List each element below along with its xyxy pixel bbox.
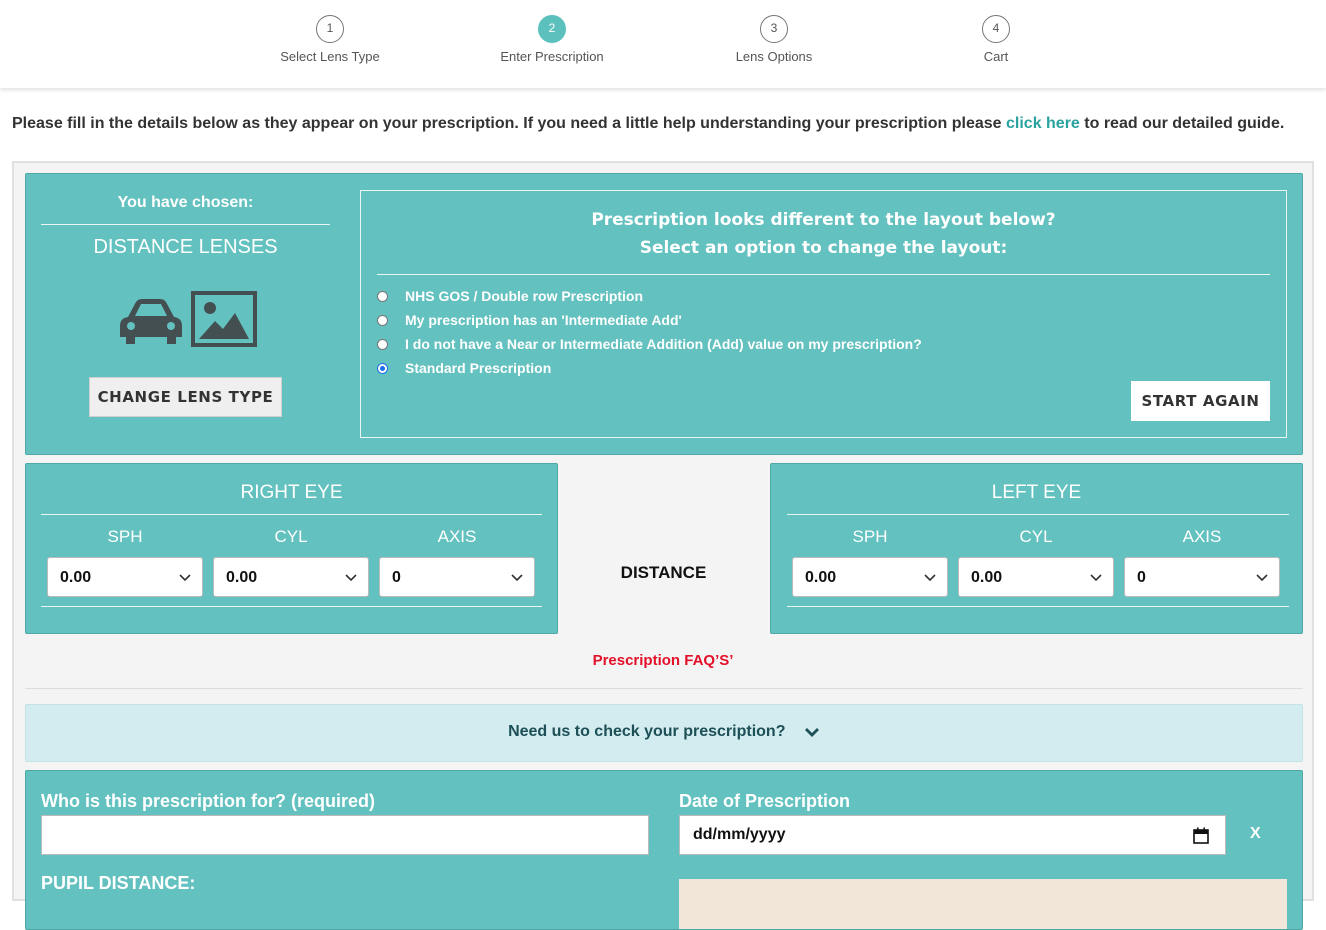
select-value: 0.00 xyxy=(971,569,1003,586)
step-number-circle: 3 xyxy=(760,15,788,43)
right-eye-title: RIGHT EYE xyxy=(240,482,343,503)
step-number-circle: 1 xyxy=(316,15,344,43)
check-prescription-toggle[interactable]: Need us to check your prescription? xyxy=(25,704,1303,762)
chevron-down-icon xyxy=(924,574,936,582)
layout-option-nhs-gos[interactable]: NHS GOS / Double row Prescription xyxy=(377,286,643,306)
right-cyl-select[interactable]: 0.00 xyxy=(213,557,369,597)
divider xyxy=(787,514,1289,515)
chevron-down-icon xyxy=(804,727,819,737)
start-again-button[interactable]: START AGAIN xyxy=(1131,381,1270,421)
layout-option-intermediate-add[interactable]: My prescription has an 'Intermediate Add… xyxy=(377,310,682,330)
right-sph-select[interactable]: 0.00 xyxy=(47,557,203,597)
select-value: 0.00 xyxy=(226,569,258,586)
prescription-example-image xyxy=(679,879,1287,929)
radio-button-checked[interactable] xyxy=(377,362,388,374)
calendar-icon[interactable] xyxy=(1193,827,1209,844)
sph-header: SPH xyxy=(852,527,888,546)
prescription-faq-link[interactable]: Prescription FAQ’S’ xyxy=(14,652,1312,669)
step-cart[interactable]: 4 Cart xyxy=(916,15,1076,64)
intro-text-before: Please fill in the details below as they… xyxy=(12,115,1006,132)
check-prescription-row: Need us to check your prescription? xyxy=(26,723,1302,741)
step-enter-prescription[interactable]: 2 Enter Prescription xyxy=(472,15,632,64)
date-label: Date of Prescription xyxy=(679,791,851,811)
step-select-lens-type[interactable]: 1 Select Lens Type xyxy=(250,15,410,64)
intro-text-after: to read our detailed guide. xyxy=(1079,115,1285,132)
select-value: 0 xyxy=(392,569,401,586)
divider xyxy=(41,514,542,515)
divider xyxy=(41,224,330,225)
chevron-down-icon xyxy=(1256,574,1268,582)
axis-header: AXIS xyxy=(437,527,477,546)
step-label: Select Lens Type xyxy=(280,49,380,64)
step-number-circle: 2 xyxy=(538,15,566,43)
step-number-circle: 4 xyxy=(982,15,1010,43)
pupil-distance-label: PUPIL DISTANCE: xyxy=(41,873,196,893)
chevron-down-icon xyxy=(345,574,357,582)
left-cyl-select[interactable]: 0.00 xyxy=(958,557,1114,597)
divider xyxy=(377,274,1270,275)
radio-button[interactable] xyxy=(377,290,388,302)
radio-button[interactable] xyxy=(377,314,388,326)
left-axis-select[interactable]: 0 xyxy=(1124,557,1280,597)
divider xyxy=(787,606,1289,607)
left-eye-title: LEFT EYE xyxy=(991,482,1082,503)
clear-date-button[interactable]: X xyxy=(1250,825,1261,843)
step-label: Cart xyxy=(983,49,1009,64)
intro-text: Please fill in the details below as they… xyxy=(12,115,1322,133)
step-label: Enter Prescription xyxy=(500,49,604,64)
left-eye-panel: LEFT EYE SPH CYL AXIS 0.00 0.00 0 xyxy=(770,463,1303,634)
cyl-header: CYL xyxy=(274,527,308,546)
divider xyxy=(41,606,542,607)
sph-header: SPH xyxy=(107,527,143,546)
date-input[interactable]: dd/mm/yyyy xyxy=(679,815,1226,855)
right-axis-select[interactable]: 0 xyxy=(379,557,535,597)
divider xyxy=(25,688,1303,689)
radio-button[interactable] xyxy=(377,338,388,350)
check-prescription-label: Need us to check your prescription? xyxy=(508,723,786,740)
date-placeholder: dd/mm/yyyy xyxy=(693,826,786,843)
chevron-down-icon xyxy=(179,574,191,582)
chevron-down-icon xyxy=(511,574,523,582)
lens-choice-panel: You have chosen: DISTANCE LENSES CHANGE … xyxy=(25,173,1303,455)
who-label: Who is this prescription for? (required) xyxy=(41,791,376,811)
radio-label: My prescription has an 'Intermediate Add… xyxy=(405,312,682,328)
step-label: Lens Options xyxy=(735,49,813,64)
right-eye-panel: RIGHT EYE SPH CYL AXIS 0.00 0.00 0 xyxy=(25,463,558,634)
layout-option-standard[interactable]: Standard Prescription xyxy=(377,358,551,378)
step-lens-options[interactable]: 3 Lens Options xyxy=(694,15,854,64)
chosen-lens-type: DISTANCE LENSES xyxy=(93,236,278,258)
chosen-title: You have chosen: xyxy=(117,194,254,211)
radio-label: Standard Prescription xyxy=(405,360,552,376)
prescription-form-container: You have chosen: DISTANCE LENSES CHANGE … xyxy=(12,161,1314,930)
select-value: 0.00 xyxy=(805,569,837,586)
layout-options-box: Prescription looks different to the layo… xyxy=(360,190,1287,438)
select-value: 0 xyxy=(1137,569,1146,586)
patient-details-panel: Who is this prescription for? (required)… xyxy=(25,770,1303,930)
change-lens-type-button[interactable]: CHANGE LENS TYPE xyxy=(89,377,282,417)
radio-label: I do not have a Near or Intermediate Add… xyxy=(405,336,922,352)
who-input[interactable] xyxy=(41,815,649,855)
layout-title-line1: Prescription looks different to the layo… xyxy=(591,210,1056,230)
car-icon xyxy=(120,299,182,344)
step-progress-bar: 1 Select Lens Type 2 Enter Prescription … xyxy=(0,0,1326,88)
axis-header: AXIS xyxy=(1182,527,1222,546)
layout-option-no-add[interactable]: I do not have a Near or Intermediate Add… xyxy=(377,334,922,354)
left-sph-select[interactable]: 0.00 xyxy=(792,557,948,597)
image-icon xyxy=(191,291,257,347)
cyl-header: CYL xyxy=(1019,527,1053,546)
chevron-down-icon xyxy=(1090,574,1102,582)
radio-label: NHS GOS / Double row Prescription xyxy=(405,288,644,304)
guide-link[interactable]: click here xyxy=(1006,115,1080,132)
select-value: 0.00 xyxy=(60,569,92,586)
distance-label: DISTANCE xyxy=(620,563,707,582)
lens-type-icons xyxy=(118,289,268,349)
layout-title-line2: Select an option to change the layout: xyxy=(639,238,1008,258)
